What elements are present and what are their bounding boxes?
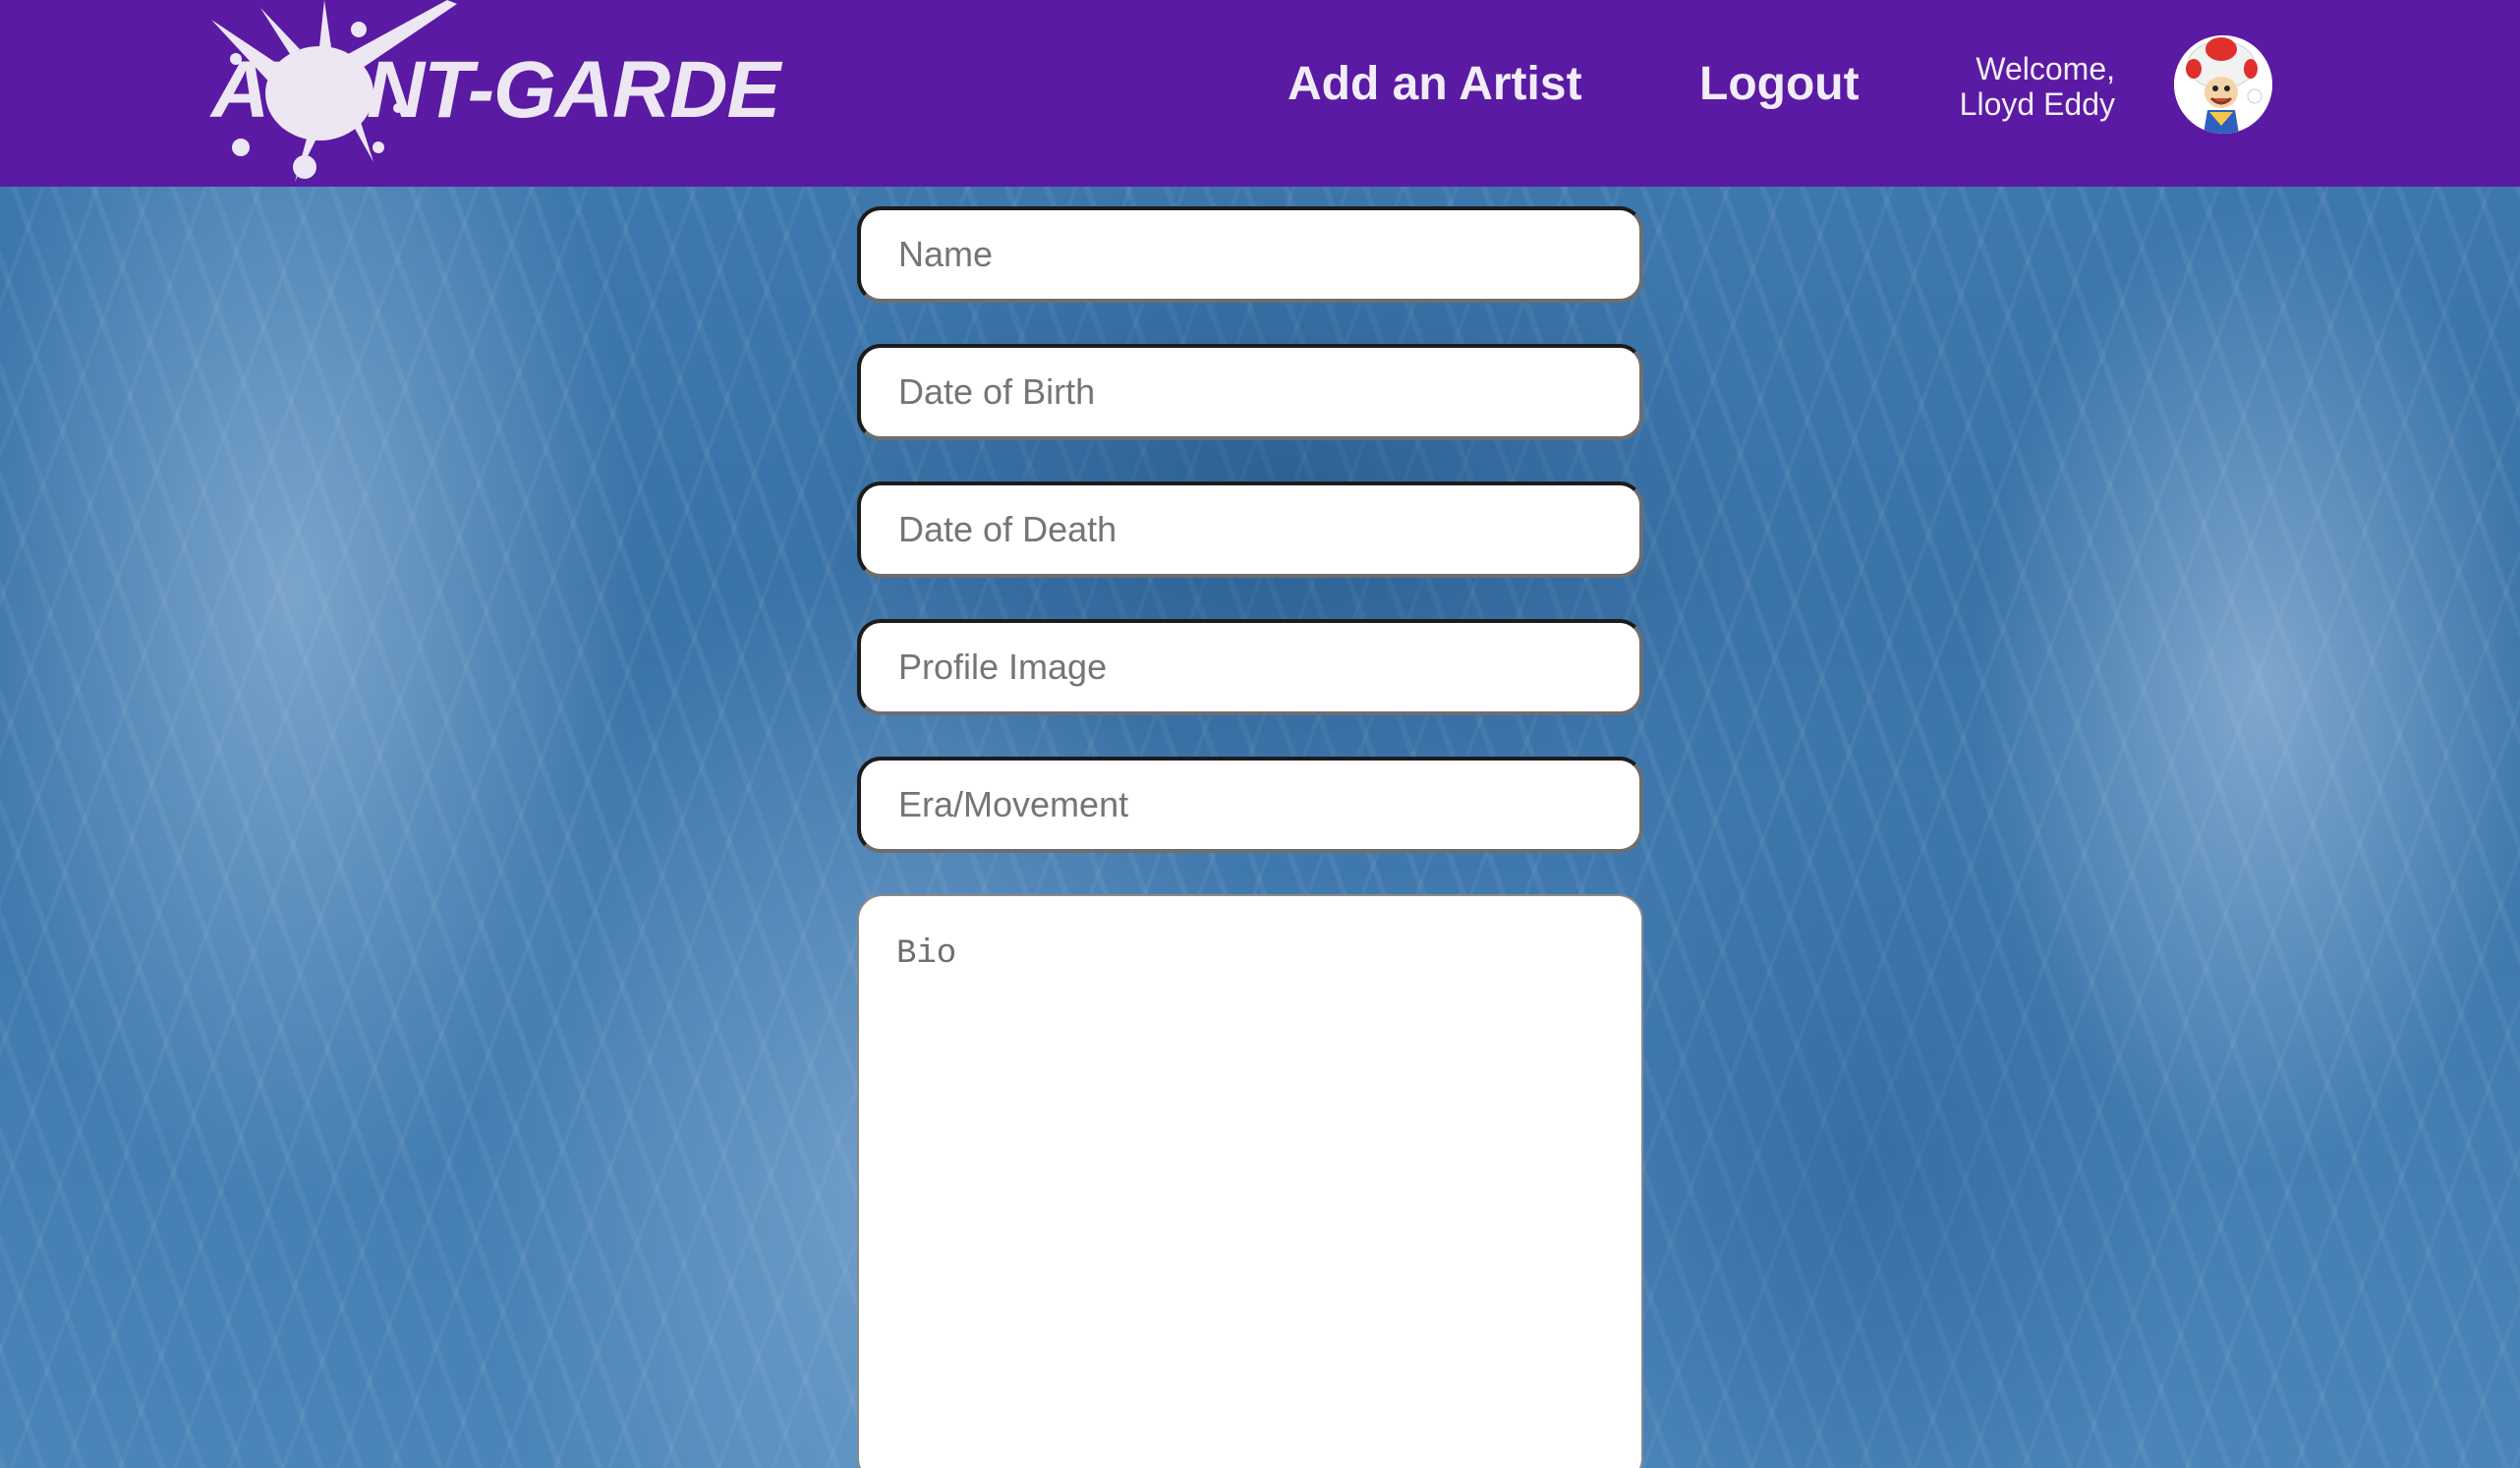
welcome-message: Welcome, Lloyd Eddy [1960, 51, 2115, 122]
profile-image-input[interactable] [857, 619, 1643, 715]
date-of-death-input[interactable] [857, 481, 1643, 578]
top-navbar: AVANT-GARDE Add an Artist Logout Welcome… [0, 0, 2520, 187]
name-input[interactable] [857, 206, 1643, 303]
avatar[interactable] [2174, 35, 2272, 134]
mushroom-character-icon [2174, 35, 2272, 134]
logout-link[interactable]: Logout [1699, 57, 1860, 111]
site-logo[interactable]: AVANT-GARDE [201, 0, 780, 187]
bio-textarea[interactable] [857, 894, 1643, 1468]
era-movement-input[interactable] [857, 757, 1643, 853]
add-artist-link[interactable]: Add an Artist [1288, 57, 1582, 111]
add-artist-form [857, 206, 1643, 1468]
logo-text: AVANT-GARDE [211, 45, 780, 135]
welcome-greeting: Welcome, [1976, 51, 2115, 86]
welcome-username: Lloyd Eddy [1959, 86, 2115, 122]
date-of-birth-input[interactable] [857, 344, 1643, 440]
